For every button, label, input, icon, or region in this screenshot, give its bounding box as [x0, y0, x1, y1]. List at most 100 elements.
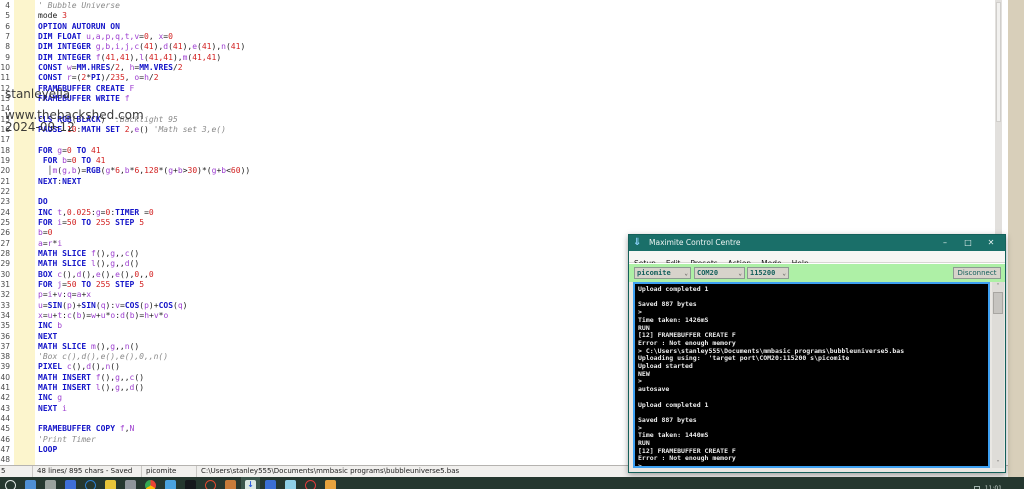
- code-text: DIM INTEGER g,b,i,j,c(41),d(41),e(41),n(…: [38, 42, 245, 52]
- app-icon-2[interactable]: [45, 480, 56, 489]
- code-line[interactable]: 5mode 3: [0, 11, 994, 21]
- terminal-icon[interactable]: [185, 480, 196, 489]
- line-number: 36: [0, 332, 12, 342]
- code-line[interactable]: 13FRAMEBUFFER WRITE f: [0, 94, 994, 104]
- line-number: 14: [0, 104, 12, 114]
- code-text: ' Bubble Universe: [38, 1, 120, 11]
- code-line[interactable]: 8 DIM INTEGER g,b,i,j,c(41),d(41),e(41),n…: [0, 42, 994, 52]
- code-text: 'Box c(),d(),e(),e(),0,,n(): [38, 352, 168, 362]
- maximite-control-centre-window[interactable]: ⇓ Maximite Control Centre – □ ✕ SetupEdi…: [628, 234, 1006, 473]
- terminal-scrollbar-thumb[interactable]: [993, 292, 1003, 314]
- code-text: MATH SLICE l(),g,,d(): [38, 259, 139, 269]
- mcc-app-icon: ⇓: [633, 237, 644, 248]
- mcc-title-bar[interactable]: ⇓ Maximite Control Centre – □ ✕: [629, 235, 1005, 251]
- port-select[interactable]: COM20 ⌄: [694, 267, 745, 279]
- taskbar-clock[interactable]: 11:01: [985, 485, 1002, 489]
- code-line[interactable]: 12FRAMEBUFFER CREATE F: [0, 84, 994, 94]
- device-select[interactable]: picomite ⌄: [634, 267, 691, 279]
- terminal-scrollbar[interactable]: ˄ ˅: [992, 282, 1004, 468]
- app-icon-5[interactable]: [105, 480, 116, 489]
- mcc-taskbar-icon[interactable]: ↓: [245, 480, 256, 489]
- app-icon-9[interactable]: [225, 480, 236, 489]
- device-select-value: picomite: [637, 269, 671, 277]
- app-icon-7[interactable]: [165, 480, 176, 489]
- code-line[interactable]: 10CONST w=MM.HRES/2, h=MM.VRES/2: [0, 63, 994, 73]
- line-number: 12: [0, 84, 12, 94]
- code-line[interactable]: 15CLS RGB(BLACK) ':Backlight 95: [0, 115, 994, 125]
- code-line[interactable]: 24INC t,0.025:g=0:TIMER =0: [0, 208, 994, 218]
- scroll-down-icon[interactable]: ˅: [992, 459, 1004, 468]
- code-line[interactable]: 17: [0, 135, 994, 145]
- code-text: mode 3: [38, 11, 67, 21]
- maximize-button[interactable]: □: [960, 237, 976, 249]
- app-icon-8[interactable]: [205, 480, 216, 489]
- app-icon-10[interactable]: [265, 480, 276, 489]
- line-number: 37: [0, 342, 12, 352]
- port-select-value: COM20: [697, 269, 718, 277]
- mcc-window-title: Maximite Control Centre: [649, 238, 741, 247]
- search-icon[interactable]: [5, 480, 16, 489]
- app-icon-3[interactable]: [65, 480, 76, 489]
- line-number: 24: [0, 208, 12, 218]
- line-number: 20: [0, 166, 12, 176]
- code-text: p=i+v:q=a+x: [38, 290, 91, 300]
- app-icon-6[interactable]: [125, 480, 136, 489]
- line-number: 32: [0, 290, 12, 300]
- code-line[interactable]: 6OPTION AUTORUN ON: [0, 22, 994, 32]
- line-number: 19: [0, 156, 12, 166]
- editor-scrollbar-thumb[interactable]: [996, 2, 1001, 122]
- chrome-icon[interactable]: [145, 480, 156, 489]
- app-icon-4[interactable]: [85, 480, 96, 489]
- code-text: MATH SLICE f(),g,,c(): [38, 249, 139, 259]
- code-line[interactable]: 21NEXT:NEXT: [0, 177, 994, 187]
- app-icon-11[interactable]: [285, 480, 296, 489]
- code-line[interactable]: 9DIM INTEGER f(41,41),l(41,41),m(41,41): [0, 53, 994, 63]
- code-text: INC b: [38, 321, 62, 331]
- code-line[interactable]: 25FOR i=50 TO 255 STEP 5: [0, 218, 994, 228]
- code-line[interactable]: 16PAUSE 10:MATH SET 2,e() 'Math set 3,e(…: [0, 125, 994, 135]
- code-line[interactable]: 11CONST r=(2*PI)/235, o=h/2: [0, 73, 994, 83]
- chevron-down-icon: ⌄: [738, 270, 742, 277]
- code-text: MATH SLICE m(),g,,n(): [38, 342, 139, 352]
- line-number: 46: [0, 435, 12, 445]
- code-text: x=u+t:c(b)=w+u*o:d(b)=h+v*o: [38, 311, 168, 321]
- code-text: FOR b=0 TO 41: [38, 156, 105, 166]
- code-text: │m(g,b)=RGB(g*6,b*6,128*(g+b>30)*(g+b<60…: [38, 166, 250, 176]
- serial-terminal[interactable]: Upload completed 1 Saved 887 bytes>Time …: [633, 282, 990, 468]
- disconnect-button[interactable]: Disconnect: [953, 267, 1001, 279]
- code-line[interactable]: 14: [0, 104, 994, 114]
- line-number: 6: [0, 22, 12, 32]
- code-text: PAUSE 10:MATH SET 2,e() 'Math set 3,e(): [38, 125, 226, 135]
- code-text: NEXT i: [38, 404, 67, 414]
- code-text: MATH INSERT f(),g,,c(): [38, 373, 144, 383]
- code-line[interactable]: 18 FOR g=0 TO 41: [0, 146, 994, 156]
- app-icon-1[interactable]: [25, 480, 36, 489]
- line-number: 15: [0, 115, 12, 125]
- line-number: 13: [0, 94, 12, 104]
- app-icon-12[interactable]: [305, 480, 316, 489]
- terminal-line: Saved 887 bytes: [638, 301, 985, 309]
- line-number: 33: [0, 301, 12, 311]
- code-line[interactable]: 20 │m(g,b)=RGB(g*6,b*6,128*(g+b>30)*(g+b…: [0, 166, 994, 176]
- scroll-up-icon[interactable]: ˄: [992, 282, 1004, 291]
- terminal-line: Upload completed 1: [638, 402, 985, 410]
- code-line[interactable]: 22: [0, 187, 994, 197]
- close-button[interactable]: ✕: [983, 237, 999, 249]
- code-line[interactable]: 19 FOR b=0 TO 41: [0, 156, 994, 166]
- code-line[interactable]: 7DIM FLOAT u,a,p,q,t,v=0, x=0: [0, 32, 994, 42]
- minimize-button[interactable]: –: [937, 237, 953, 249]
- terminal-line: Upload started: [638, 363, 985, 371]
- code-line[interactable]: 4' Bubble Universe: [0, 1, 994, 11]
- terminal-output: Upload completed 1 Saved 887 bytes>Time …: [635, 284, 988, 468]
- baud-select[interactable]: 115200 ⌄: [747, 267, 789, 279]
- code-line[interactable]: 23DO: [0, 197, 994, 207]
- line-number: 8: [0, 42, 12, 52]
- folder-icon[interactable]: [325, 480, 336, 489]
- code-text: FOR g=0 TO 41: [38, 146, 101, 156]
- taskbar[interactable]: 11:01 ↓: [0, 477, 1024, 489]
- line-number: 18: [0, 146, 12, 156]
- line-number: 35: [0, 321, 12, 331]
- line-number: 31: [0, 280, 12, 290]
- desktop: 4' Bubble Universe5mode 36OPTION AUTORUN…: [0, 0, 1024, 489]
- line-number: 26: [0, 228, 12, 238]
